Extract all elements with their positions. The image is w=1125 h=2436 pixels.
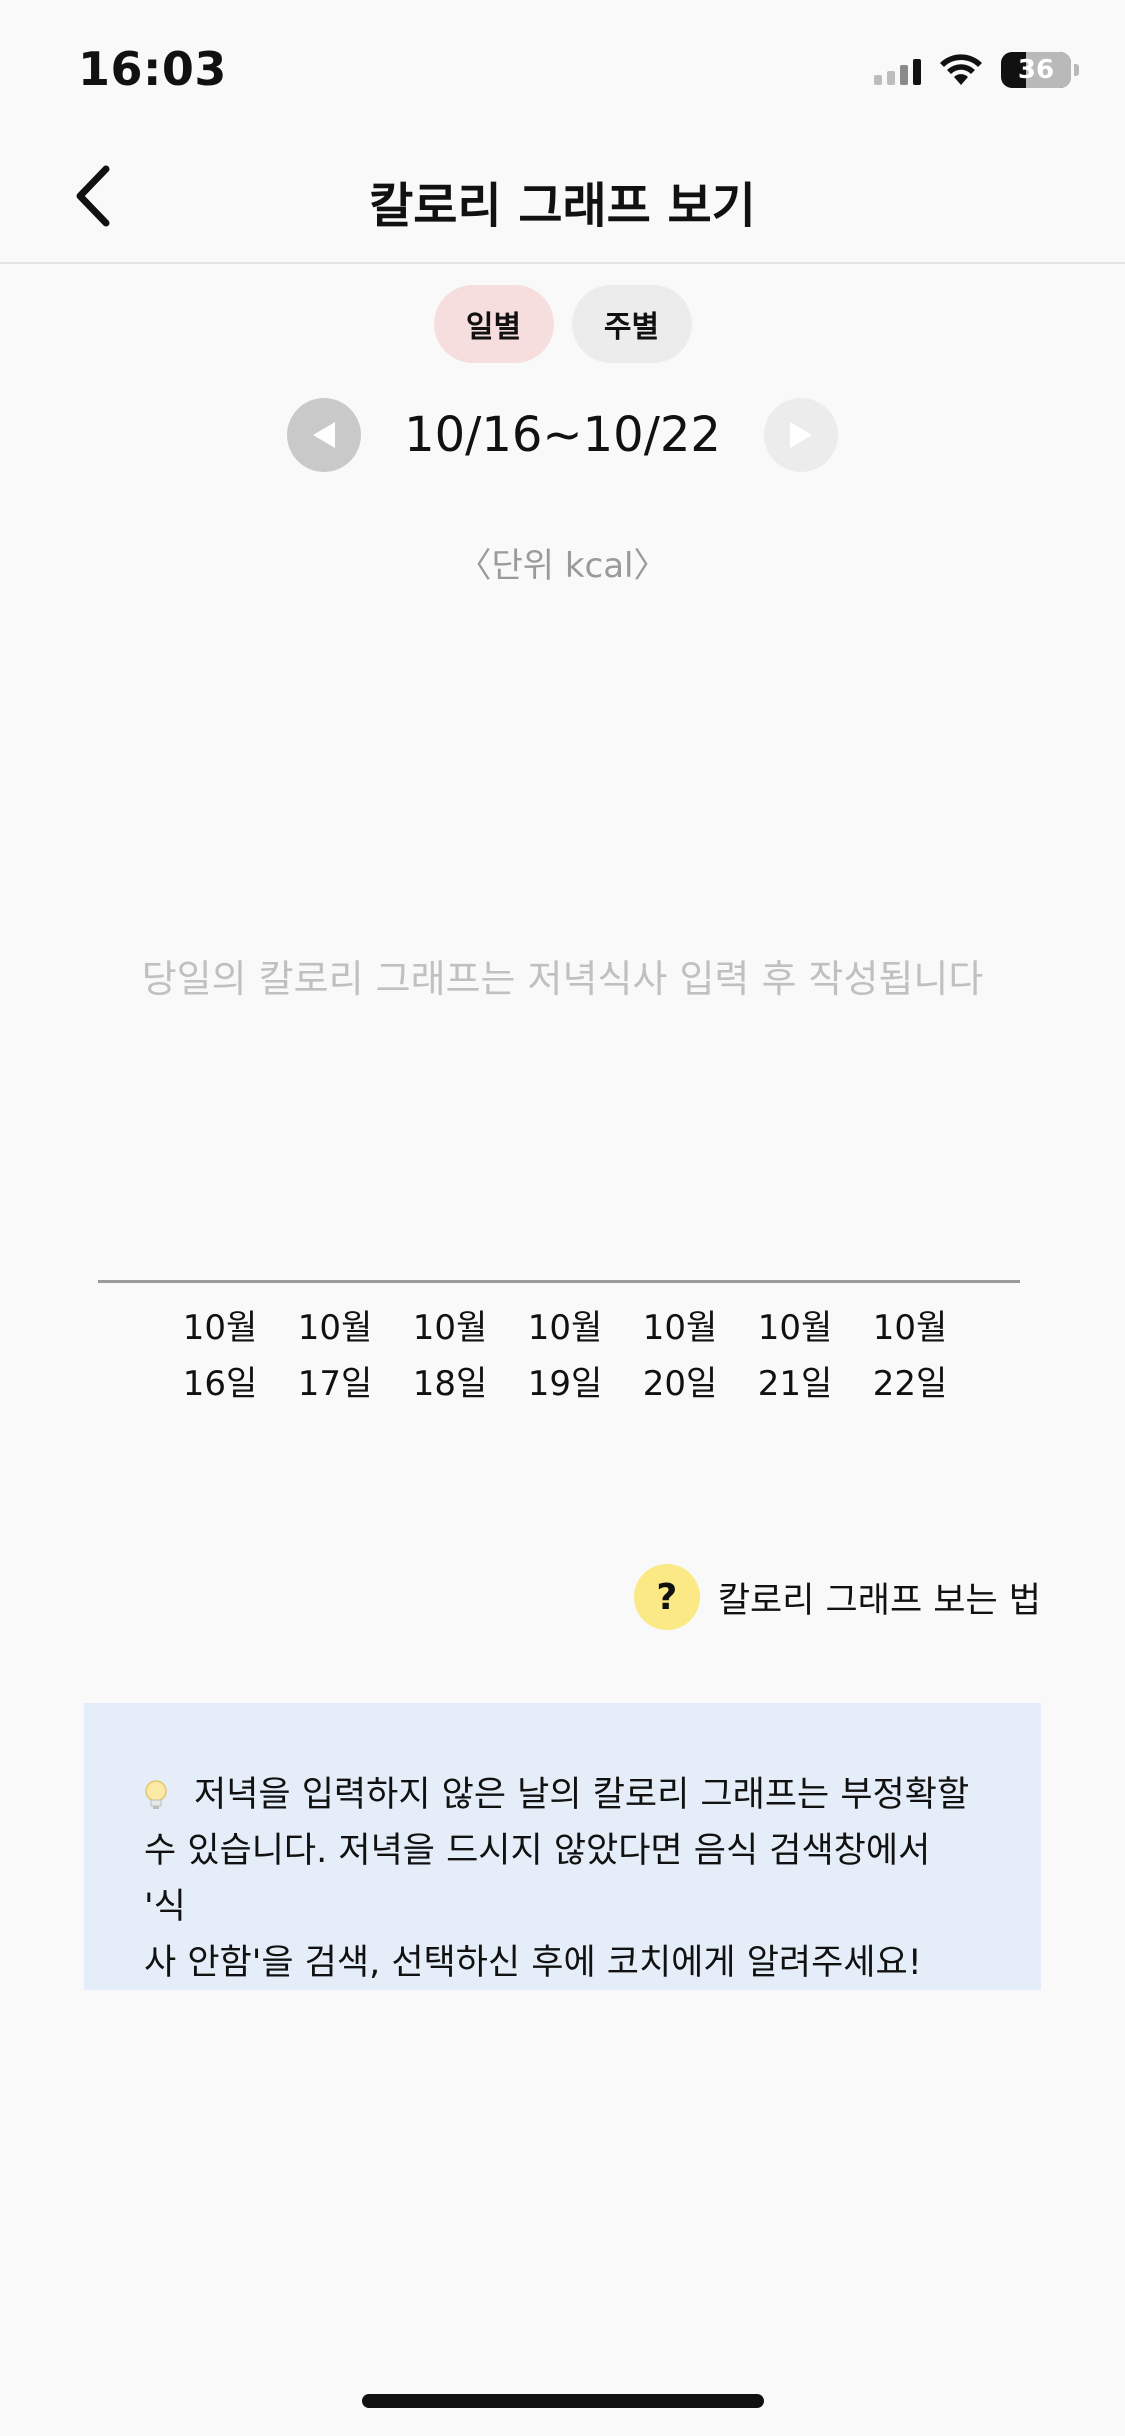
home-indicator[interactable] — [362, 2394, 764, 2408]
lightbulb-icon — [145, 1780, 167, 1809]
graph-unit-label: 〈단위 kcal〉 — [457, 546, 668, 586]
help-link-label: 칼로리 그래프 보는 법 — [717, 1580, 1041, 1621]
date-range-label: 10/16~10/22 — [404, 407, 721, 463]
day-label: 10월 22일 — [872, 1308, 948, 1404]
tab-daily[interactable]: 일별 — [433, 285, 554, 363]
next-week-button[interactable] — [764, 398, 838, 472]
notice-line: 수 있습니다. 저녁을 드시지 않았다면 음식 검색창에서 '식 — [144, 1831, 931, 1927]
day-label: 10월 19일 — [527, 1308, 603, 1404]
tab-weekly[interactable]: 주별 — [571, 285, 692, 363]
day-label: 10월 21일 — [757, 1308, 833, 1404]
nav-header: 칼로리 그래프 보기 — [0, 128, 1125, 264]
day-label: 10월 20일 — [642, 1308, 718, 1404]
day-label: 10월 17일 — [297, 1308, 373, 1404]
triangle-right-icon — [790, 422, 812, 448]
dinner-notice-box: 저녁을 입력하지 않은 날의 칼로리 그래프는 부정확할 수 있습니다. 저녁을… — [84, 1703, 1041, 1990]
battery-percent: 36 — [1017, 55, 1055, 85]
battery-icon: 36 — [1001, 52, 1079, 88]
status-time: 16:03 — [78, 42, 227, 96]
period-tabs: 일별 주별 — [0, 285, 1125, 363]
calorie-graph-screen: 16:03 36 칼로리 그래프 보기 일별 주별 10/16~10/22 〈단… — [0, 0, 1125, 2436]
status-indicators: 36 — [874, 50, 1079, 90]
date-navigator: 10/16~10/22 — [0, 398, 1125, 472]
notice-line: 저녁을 입력하지 않은 날의 칼로리 그래프는 부정확할 — [144, 1767, 981, 1823]
how-to-read-graph-link[interactable]: ? 칼로리 그래프 보는 법 — [633, 1563, 1041, 1631]
graph-empty-message: 당일의 칼로리 그래프는 저녁식사 입력 후 작성됩니다 — [141, 957, 984, 1001]
graph-x-axis — [98, 1280, 1020, 1283]
day-label: 10월 16일 — [182, 1308, 258, 1404]
notice-text: 저녁을 입력하지 않은 날의 칼로리 그래프는 부정확할 수 있습니다. 저녁을… — [144, 1767, 981, 1991]
wifi-icon — [940, 54, 982, 85]
notice-line: 사 안함'을 검색, 선택하신 후에 코치에게 알려주세요! — [144, 1943, 922, 1983]
question-icon: ? — [633, 1564, 700, 1630]
day-label: 10월 18일 — [412, 1308, 488, 1404]
cellular-signal-icon — [874, 55, 921, 85]
page-title: 칼로리 그래프 보기 — [369, 178, 756, 234]
